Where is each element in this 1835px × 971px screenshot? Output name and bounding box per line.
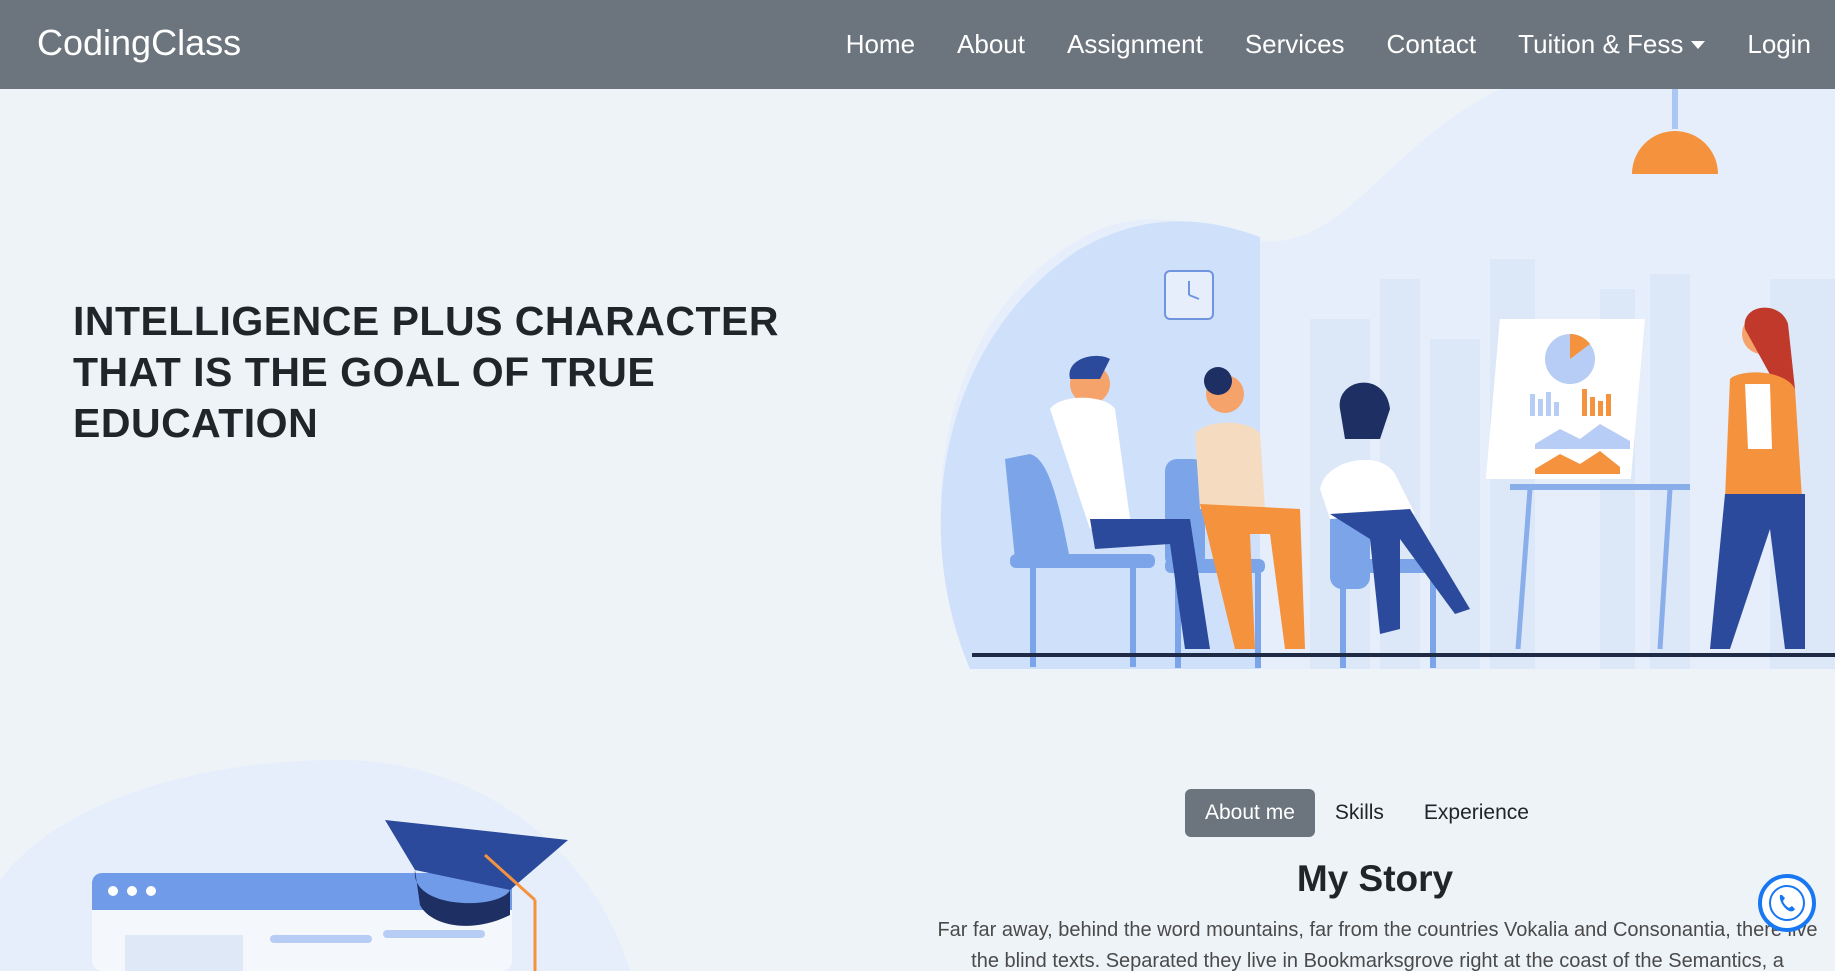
brand-logo[interactable]: CodingClass — [37, 22, 241, 64]
hero-title: INTELLIGENCE PLUS CHARACTER THAT IS THE … — [73, 298, 779, 446]
nav-tuition-dropdown[interactable]: Tuition & Fess — [1497, 29, 1726, 60]
nav-home[interactable]: Home — [825, 29, 936, 60]
whatsapp-button[interactable] — [1758, 874, 1816, 932]
whatsapp-icon — [1769, 885, 1805, 921]
story-title: My Story — [1296, 858, 1454, 899]
tab-about-me[interactable]: About me — [1185, 789, 1315, 837]
classroom-illustration — [940, 89, 1835, 669]
about-tabs: About me Skills Experience — [1185, 789, 1549, 837]
nav-about[interactable]: About — [936, 29, 1046, 60]
caret-down-icon — [1691, 40, 1706, 49]
tab-experience[interactable]: Experience — [1404, 789, 1549, 837]
nav-login[interactable]: Login — [1726, 29, 1811, 60]
story-text: Far far away, behind the word mountains,… — [937, 919, 1818, 971]
navbar: CodingClass Home About Assignment Servic… — [0, 0, 1835, 89]
nav-links: Home About Assignment Services Contact T… — [825, 0, 1811, 89]
nav-assignment[interactable]: Assignment — [1046, 29, 1224, 60]
nav-services[interactable]: Services — [1224, 29, 1366, 60]
nav-contact[interactable]: Contact — [1366, 29, 1498, 60]
online-course-illustration — [0, 760, 630, 971]
tab-skills[interactable]: Skills — [1315, 789, 1404, 837]
nav-tuition-label: Tuition & Fess — [1518, 29, 1684, 59]
